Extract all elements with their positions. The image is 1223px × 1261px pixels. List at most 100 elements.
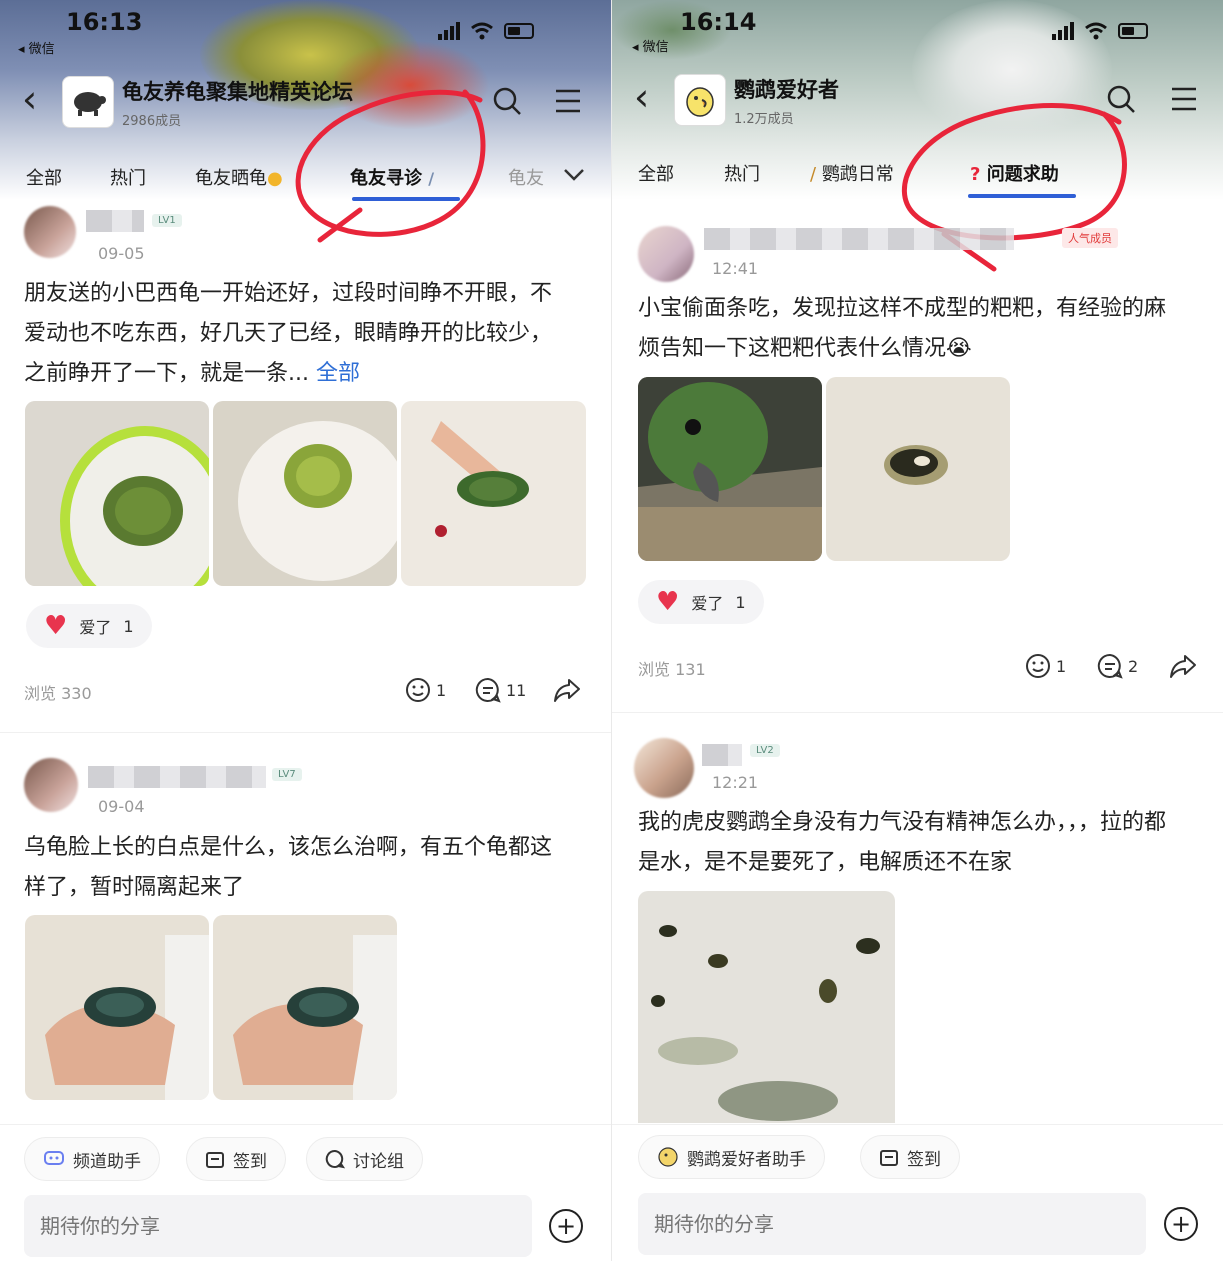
- chevron-down-icon[interactable]: [563, 168, 585, 182]
- status-time: 16:14: [680, 8, 757, 36]
- tab-help[interactable]: ? 问题求助: [970, 160, 1059, 186]
- like-count: 1: [123, 616, 134, 636]
- turtle-hand-photo: [401, 401, 586, 586]
- post-text[interactable]: 我的虎皮鹦鹉全身没有力气没有精神怎么办，，，拉的都是水，是不是要死了，电解质还不…: [638, 803, 1183, 883]
- author-name-blurred[interactable]: [86, 210, 144, 232]
- search-icon[interactable]: [1104, 82, 1138, 116]
- post-image[interactable]: [638, 377, 822, 561]
- heart-icon: ♥: [44, 611, 68, 641]
- like-button[interactable]: ♥ 爱了 1: [638, 580, 764, 624]
- comment-count: 2: [1128, 656, 1139, 676]
- channel-assistant-button[interactable]: 频道助手: [24, 1137, 160, 1181]
- pen-icon: /: [810, 164, 817, 185]
- share-icon[interactable]: [1168, 652, 1198, 680]
- tab-all[interactable]: 全部: [638, 160, 674, 186]
- author-name-blurred[interactable]: [702, 744, 742, 766]
- question-mark-icon: ?: [970, 164, 981, 185]
- wifi-icon: [1085, 22, 1107, 40]
- chip-label: 签到: [907, 1149, 941, 1170]
- tab-all[interactable]: 全部: [26, 164, 62, 190]
- turtle-held-photo: [213, 915, 397, 1100]
- author-avatar[interactable]: [24, 206, 76, 258]
- post-text[interactable]: 小宝偷面条吃，发现拉这样不成型的粑粑，有经验的麻烦告知一下这粑粑代表什么情况😭: [638, 289, 1183, 369]
- like-button[interactable]: ♥ 爱了 1: [26, 604, 152, 648]
- comment-button[interactable]: 2: [1096, 652, 1138, 680]
- post-image[interactable]: [213, 915, 397, 1100]
- group-avatar[interactable]: [62, 76, 114, 128]
- add-plus-icon[interactable]: +: [549, 1209, 583, 1243]
- tab-label: 龟友寻诊: [350, 168, 422, 189]
- back-chevron-icon[interactable]: ‹: [634, 78, 649, 116]
- comment-count: 11: [506, 680, 527, 700]
- expand-link[interactable]: 全部: [316, 361, 360, 386]
- post-time: 09-05: [98, 244, 145, 263]
- share-input[interactable]: [24, 1195, 532, 1257]
- author-avatar[interactable]: [638, 226, 694, 282]
- search-icon[interactable]: [490, 84, 524, 118]
- calendar-icon: [206, 1152, 224, 1168]
- right-screenshot: 16:14 ◂ 微信 ‹ 鹦鹉爱好者 1.2万成员 全部 热门 / 鹦鹉日常 ?…: [612, 0, 1223, 1261]
- post-text[interactable]: 朋友送的小巴西龟一开始还好，过段时间睁不开眼，不爱动也不吃东西，好几天了已经，眼…: [24, 274, 569, 394]
- post-image[interactable]: [25, 915, 209, 1100]
- tab-bar: 全部 热门 龟友晒龟● 龟友寻诊 / 龟友: [0, 150, 611, 206]
- tab-label: 鹦鹉日常: [821, 164, 894, 185]
- tab-show-turtle[interactable]: 龟友晒龟●: [195, 164, 283, 190]
- share-icon[interactable]: [552, 676, 582, 704]
- post-image[interactable]: [213, 401, 397, 586]
- level-badge: LV1: [152, 214, 182, 227]
- post-body: 朋友送的小巴西龟一开始还好，过段时间睁不开眼，不爱动也不吃东西，好几天了已经，眼…: [24, 281, 553, 386]
- reaction-button[interactable]: 1: [404, 676, 446, 704]
- status-time: 16:13: [66, 8, 143, 36]
- smiley-icon: [406, 678, 430, 702]
- parrot-logo-icon: [686, 87, 714, 117]
- tab-turtle-diagnosis[interactable]: 龟友寻诊 /: [350, 164, 434, 190]
- like-label: 爱了: [691, 594, 724, 613]
- add-plus-icon[interactable]: +: [1164, 1207, 1198, 1241]
- back-chevron-icon[interactable]: ‹: [22, 80, 37, 118]
- member-count: 1.2万成员: [734, 112, 794, 127]
- chip-label: 签到: [233, 1151, 267, 1172]
- view-count: 浏览 131: [638, 660, 706, 679]
- tab-bar: 全部 热门 / 鹦鹉日常 ? 问题求助: [612, 146, 1223, 202]
- level-badge: LV7: [272, 768, 302, 781]
- comment-button[interactable]: 11: [474, 676, 526, 704]
- back-to-wechat[interactable]: ◂ 微信: [632, 36, 669, 55]
- menu-icon[interactable]: [554, 88, 582, 114]
- menu-icon[interactable]: [1170, 86, 1198, 112]
- post-image[interactable]: [638, 891, 895, 1123]
- post-image[interactable]: [401, 401, 586, 586]
- turtle-cloth-photo: [213, 401, 397, 586]
- heart-icon: ♥: [656, 587, 680, 617]
- reaction-count: 1: [1056, 656, 1067, 676]
- tab-hot[interactable]: 热门: [110, 164, 146, 190]
- discussion-group-button[interactable]: 讨论组: [306, 1137, 423, 1181]
- tab-parrot-daily[interactable]: / 鹦鹉日常: [810, 160, 894, 186]
- checkin-button[interactable]: 签到: [186, 1137, 286, 1181]
- back-to-wechat[interactable]: ◂ 微信: [18, 38, 55, 57]
- group-avatar[interactable]: [674, 74, 726, 126]
- droppings-photo: [826, 377, 1010, 561]
- tab-turtle-more[interactable]: 龟友: [508, 164, 544, 190]
- cellular-signal-icon: [1052, 22, 1074, 40]
- post-image[interactable]: [25, 401, 209, 586]
- share-input[interactable]: [638, 1193, 1146, 1255]
- comment-icon: [1097, 653, 1123, 679]
- reaction-count: 1: [436, 680, 447, 700]
- bottom-bar: 鹦鹉爱好者助手 签到 +: [612, 1124, 1223, 1261]
- author-name-blurred[interactable]: [704, 228, 1014, 250]
- author-avatar[interactable]: [634, 738, 694, 798]
- author-avatar[interactable]: [24, 758, 78, 812]
- tab-hot[interactable]: 热门: [724, 160, 760, 186]
- group-name: 龟友养龟聚集地精英论坛: [122, 80, 353, 104]
- group-name: 鹦鹉爱好者: [734, 78, 839, 102]
- post-divider: [612, 712, 1223, 713]
- checkin-button[interactable]: 签到: [860, 1135, 960, 1179]
- tab-label: 龟友晒龟: [195, 168, 267, 189]
- author-name-blurred[interactable]: [88, 766, 266, 788]
- parrot-assistant-button[interactable]: 鹦鹉爱好者助手: [638, 1135, 825, 1179]
- post-text[interactable]: 乌龟脸上长的白点是什么，该怎么治啊，有五个龟都这样了，暂时隔离起来了: [24, 828, 569, 908]
- post-image[interactable]: [826, 377, 1010, 561]
- popular-member-badge: 人气成员: [1062, 228, 1118, 248]
- reaction-button[interactable]: 1: [1024, 652, 1066, 680]
- cellular-signal-icon: [438, 22, 460, 40]
